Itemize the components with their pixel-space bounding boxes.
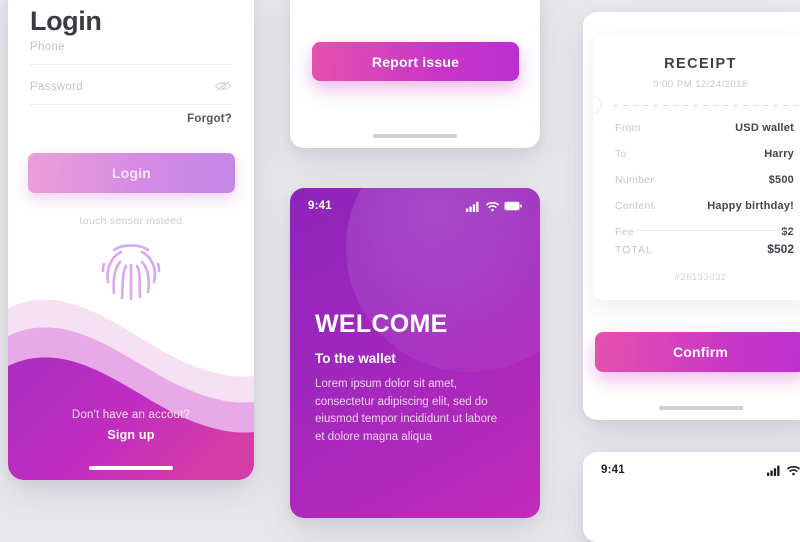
table-row: To Harry <box>615 148 794 174</box>
row-label: From <box>615 122 641 134</box>
receipt-rows: From USD wallet To Harry Number $500 Con… <box>615 122 794 252</box>
phone-field[interactable]: Phone <box>30 41 232 65</box>
field-underline <box>30 104 232 105</box>
row-value: USD wallet <box>735 122 794 134</box>
receipt-reference: #28193032 <box>674 272 727 283</box>
signal-icon <box>767 465 780 476</box>
row-label: Number <box>615 174 655 186</box>
welcome-subheading: To the wallet <box>315 351 396 366</box>
forgot-password-link[interactable]: Forgot? <box>187 113 232 125</box>
status-time: 9:41 <box>308 200 332 212</box>
home-indicator <box>658 406 743 410</box>
page-title: Login <box>30 6 102 36</box>
touch-sensor-hint: touch sensor insteed <box>79 215 183 227</box>
receipt-title: RECEIPT <box>664 56 737 72</box>
password-field[interactable]: Password <box>30 81 232 105</box>
next-screen-card: 9:41 <box>583 452 800 542</box>
eye-slash-icon[interactable] <box>214 79 232 93</box>
report-issue-button[interactable]: Report issue <box>312 42 519 81</box>
total-label: TOTAL <box>615 244 653 256</box>
password-placeholder: Password <box>30 81 83 93</box>
row-value: $500 <box>768 174 794 186</box>
welcome-heading: WELCOME <box>315 310 448 338</box>
login-button[interactable]: Login <box>28 153 235 193</box>
battery-icon <box>504 201 522 211</box>
wifi-icon <box>486 201 499 211</box>
receipt-screen-card: RECEIPT 9:00 PM 12/24/2018 From USD wall… <box>583 12 800 420</box>
welcome-screen-card: 9:41 WELCOME To the wallet Lorem ipsum d… <box>290 188 540 518</box>
receipt-total-divider <box>615 230 794 231</box>
fingerprint-icon[interactable] <box>100 237 162 303</box>
row-label: Content <box>615 200 654 212</box>
table-row: Content Happy birthday! <box>615 200 794 226</box>
row-value: Happy birthday! <box>707 200 794 212</box>
row-value: $2 <box>781 226 794 238</box>
login-screen-card: Login Phone Password Forgot? Login touch… <box>8 0 254 480</box>
row-value: Harry <box>764 148 794 160</box>
table-row: Number $500 <box>615 174 794 200</box>
signal-icon <box>466 201 479 212</box>
signup-question: Don't have an accout? <box>71 409 191 421</box>
report-issue-card: Report issue <box>290 0 540 148</box>
phone-placeholder: Phone <box>30 41 65 53</box>
total-value: $502 <box>767 242 794 256</box>
status-bar: 9:41 <box>290 198 540 214</box>
receipt-dashed-divider <box>613 105 800 106</box>
wifi-icon <box>787 465 800 475</box>
orb-decoration <box>346 188 540 372</box>
welcome-body-text: Lorem ipsum dolor sit amet, consectetur … <box>315 378 498 443</box>
status-time: 9:41 <box>601 464 625 476</box>
field-underline <box>30 64 232 65</box>
receipt-ticket: RECEIPT 9:00 PM 12/24/2018 From USD wall… <box>593 34 800 300</box>
home-indicator <box>89 466 173 470</box>
home-indicator <box>373 134 457 138</box>
signup-link[interactable]: Sign up <box>8 428 254 442</box>
table-row: From USD wallet <box>615 122 794 148</box>
ticket-notch <box>593 96 602 114</box>
design-showcase-canvas: Login Phone Password Forgot? Login touch… <box>0 0 800 542</box>
row-label: To <box>615 148 627 160</box>
row-label: Fee <box>615 226 634 238</box>
confirm-button[interactable]: Confirm <box>595 332 800 372</box>
signup-prompt: Don't have an accout? Sign up <box>8 409 254 442</box>
status-bar: 9:41 <box>583 462 800 478</box>
receipt-date: 9:00 PM 12/24/2018 <box>653 79 748 90</box>
receipt-total-row: TOTAL $502 <box>615 242 794 256</box>
